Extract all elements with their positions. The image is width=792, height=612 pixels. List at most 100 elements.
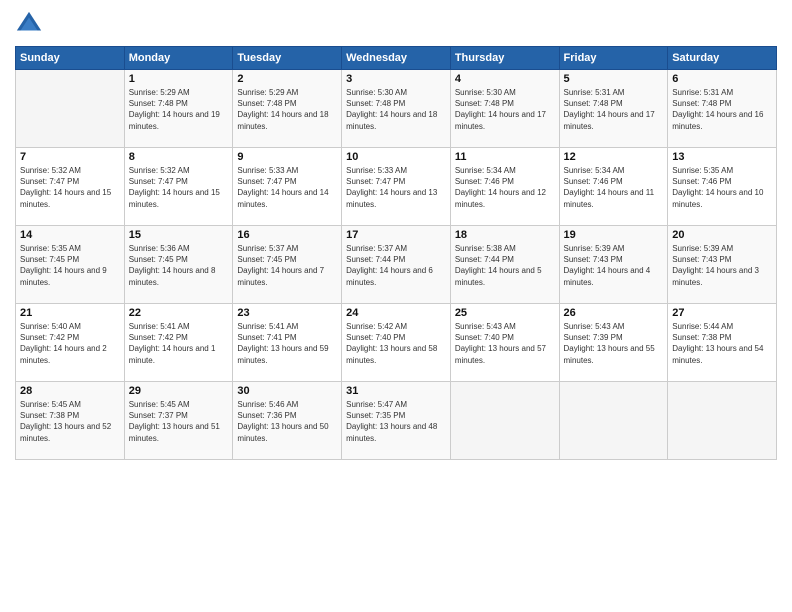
calendar-cell: 5 Sunrise: 5:31 AM Sunset: 7:48 PM Daylig…	[559, 70, 668, 148]
calendar-cell: 28 Sunrise: 5:45 AM Sunset: 7:38 PM Dayli…	[16, 382, 125, 460]
day-number: 11	[455, 151, 555, 163]
calendar-cell: 11 Sunrise: 5:34 AM Sunset: 7:46 PM Dayli…	[450, 148, 559, 226]
cell-content: Sunrise: 5:41 AM Sunset: 7:41 PM Dayligh…	[237, 321, 337, 366]
calendar-cell: 18 Sunrise: 5:38 AM Sunset: 7:44 PM Dayli…	[450, 226, 559, 304]
day-number: 22	[129, 307, 229, 319]
calendar-cell: 21 Sunrise: 5:40 AM Sunset: 7:42 PM Dayli…	[16, 304, 125, 382]
day-number: 29	[129, 385, 229, 397]
calendar-cell: 8Sunrise: 5:32 AM Sunset: 7:47 PM Daylig…	[124, 148, 233, 226]
cell-content: Sunrise: 5:44 AM Sunset: 7:38 PM Dayligh…	[672, 321, 772, 366]
day-number: 28	[20, 385, 120, 397]
day-number: 15	[129, 229, 229, 241]
week-row-2: 7 Sunrise: 5:32 AM Sunset: 7:47 PM Daylig…	[16, 148, 777, 226]
day-number: 7	[20, 151, 120, 163]
day-number: 13	[672, 151, 772, 163]
calendar-cell: 17 Sunrise: 5:37 AM Sunset: 7:44 PM Dayli…	[342, 226, 451, 304]
logo	[15, 10, 47, 38]
day-number: 20	[672, 229, 772, 241]
cell-content: Sunrise: 5:30 AM Sunset: 7:48 PM Dayligh…	[346, 87, 446, 132]
day-number: 1	[129, 73, 229, 85]
calendar-cell	[559, 382, 668, 460]
day-number: 21	[20, 307, 120, 319]
calendar-cell: 31 Sunrise: 5:47 AM Sunset: 7:35 PM Dayli…	[342, 382, 451, 460]
cell-content: Sunrise: 5:43 AM Sunset: 7:39 PM Dayligh…	[564, 321, 664, 366]
cell-content: Sunrise: 5:33 AM Sunset: 7:47 PM Dayligh…	[237, 165, 337, 210]
cell-content: Sunrise: 5:39 AM Sunset: 7:43 PM Dayligh…	[672, 243, 772, 288]
calendar-cell: 27 Sunrise: 5:44 AM Sunset: 7:38 PM Dayli…	[668, 304, 777, 382]
day-number: 8	[129, 151, 229, 163]
day-number: 17	[346, 229, 446, 241]
calendar-table: SundayMondayTuesdayWednesdayThursdayFrid…	[15, 46, 777, 460]
day-number: 9	[237, 151, 337, 163]
cell-content: Sunrise: 5:30 AM Sunset: 7:48 PM Dayligh…	[455, 87, 555, 132]
day-number: 26	[564, 307, 664, 319]
day-number: 30	[237, 385, 337, 397]
day-number: 18	[455, 229, 555, 241]
cell-content: Sunrise: 5:37 AM Sunset: 7:45 PM Dayligh…	[237, 243, 337, 288]
logo-icon	[15, 10, 43, 38]
calendar-cell: 29 Sunrise: 5:45 AM Sunset: 7:37 PM Dayli…	[124, 382, 233, 460]
week-row-4: 21 Sunrise: 5:40 AM Sunset: 7:42 PM Dayli…	[16, 304, 777, 382]
day-number: 25	[455, 307, 555, 319]
column-header-tuesday: Tuesday	[233, 47, 342, 70]
cell-content: Sunrise: 5:29 AM Sunset: 7:48 PM Dayligh…	[237, 87, 337, 132]
cell-content: Sunrise: 5:31 AM Sunset: 7:48 PM Dayligh…	[564, 87, 664, 132]
column-header-monday: Monday	[124, 47, 233, 70]
cell-content: Sunrise: 5:32 AM Sunset: 7:47 PM Dayligh…	[20, 165, 120, 210]
day-number: 6	[672, 73, 772, 85]
day-number: 27	[672, 307, 772, 319]
column-header-wednesday: Wednesday	[342, 47, 451, 70]
cell-content: Sunrise: 5:34 AM Sunset: 7:46 PM Dayligh…	[564, 165, 664, 210]
page: SundayMondayTuesdayWednesdayThursdayFrid…	[0, 0, 792, 612]
cell-content: Sunrise: 5:43 AM Sunset: 7:40 PM Dayligh…	[455, 321, 555, 366]
calendar-cell: 3Sunrise: 5:30 AM Sunset: 7:48 PM Daylig…	[342, 70, 451, 148]
calendar-cell: 9 Sunrise: 5:33 AM Sunset: 7:47 PM Daylig…	[233, 148, 342, 226]
calendar-cell	[450, 382, 559, 460]
week-row-1: 1 Sunrise: 5:29 AM Sunset: 7:48 PM Daylig…	[16, 70, 777, 148]
cell-content: Sunrise: 5:33 AM Sunset: 7:47 PM Dayligh…	[346, 165, 446, 210]
calendar-cell: 12 Sunrise: 5:34 AM Sunset: 7:46 PM Dayli…	[559, 148, 668, 226]
calendar-cell: 16 Sunrise: 5:37 AM Sunset: 7:45 PM Dayli…	[233, 226, 342, 304]
day-number: 14	[20, 229, 120, 241]
calendar-cell: 22Sunrise: 5:41 AM Sunset: 7:42 PM Dayli…	[124, 304, 233, 382]
calendar-cell: 13 Sunrise: 5:35 AM Sunset: 7:46 PM Dayli…	[668, 148, 777, 226]
cell-content: Sunrise: 5:38 AM Sunset: 7:44 PM Dayligh…	[455, 243, 555, 288]
week-row-5: 28 Sunrise: 5:45 AM Sunset: 7:38 PM Dayli…	[16, 382, 777, 460]
day-number: 10	[346, 151, 446, 163]
calendar-cell: 19Sunrise: 5:39 AM Sunset: 7:43 PM Dayli…	[559, 226, 668, 304]
day-number: 2	[237, 73, 337, 85]
calendar-cell: 26 Sunrise: 5:43 AM Sunset: 7:39 PM Dayli…	[559, 304, 668, 382]
calendar-cell: 30 Sunrise: 5:46 AM Sunset: 7:36 PM Dayli…	[233, 382, 342, 460]
day-number: 23	[237, 307, 337, 319]
cell-content: Sunrise: 5:31 AM Sunset: 7:48 PM Dayligh…	[672, 87, 772, 132]
calendar-cell	[668, 382, 777, 460]
calendar-cell: 14Sunrise: 5:35 AM Sunset: 7:45 PM Dayli…	[16, 226, 125, 304]
cell-content: Sunrise: 5:34 AM Sunset: 7:46 PM Dayligh…	[455, 165, 555, 210]
calendar-cell: 2 Sunrise: 5:29 AM Sunset: 7:48 PM Daylig…	[233, 70, 342, 148]
calendar-cell: 23 Sunrise: 5:41 AM Sunset: 7:41 PM Dayli…	[233, 304, 342, 382]
calendar-cell: 4Sunrise: 5:30 AM Sunset: 7:48 PM Daylig…	[450, 70, 559, 148]
cell-content: Sunrise: 5:45 AM Sunset: 7:38 PM Dayligh…	[20, 399, 120, 444]
cell-content: Sunrise: 5:35 AM Sunset: 7:46 PM Dayligh…	[672, 165, 772, 210]
cell-content: Sunrise: 5:42 AM Sunset: 7:40 PM Dayligh…	[346, 321, 446, 366]
cell-content: Sunrise: 5:36 AM Sunset: 7:45 PM Dayligh…	[129, 243, 229, 288]
cell-content: Sunrise: 5:45 AM Sunset: 7:37 PM Dayligh…	[129, 399, 229, 444]
day-number: 24	[346, 307, 446, 319]
cell-content: Sunrise: 5:29 AM Sunset: 7:48 PM Dayligh…	[129, 87, 229, 132]
calendar-cell: 20 Sunrise: 5:39 AM Sunset: 7:43 PM Dayli…	[668, 226, 777, 304]
cell-content: Sunrise: 5:46 AM Sunset: 7:36 PM Dayligh…	[237, 399, 337, 444]
cell-content: Sunrise: 5:40 AM Sunset: 7:42 PM Dayligh…	[20, 321, 120, 366]
calendar-cell: 25 Sunrise: 5:43 AM Sunset: 7:40 PM Dayli…	[450, 304, 559, 382]
day-number: 16	[237, 229, 337, 241]
column-header-thursday: Thursday	[450, 47, 559, 70]
calendar-cell: 1 Sunrise: 5:29 AM Sunset: 7:48 PM Daylig…	[124, 70, 233, 148]
day-number: 5	[564, 73, 664, 85]
day-number: 12	[564, 151, 664, 163]
day-number: 31	[346, 385, 446, 397]
column-header-saturday: Saturday	[668, 47, 777, 70]
week-row-3: 14Sunrise: 5:35 AM Sunset: 7:45 PM Dayli…	[16, 226, 777, 304]
calendar-cell: 24 Sunrise: 5:42 AM Sunset: 7:40 PM Dayli…	[342, 304, 451, 382]
cell-content: Sunrise: 5:47 AM Sunset: 7:35 PM Dayligh…	[346, 399, 446, 444]
day-number: 19	[564, 229, 664, 241]
cell-content: Sunrise: 5:37 AM Sunset: 7:44 PM Dayligh…	[346, 243, 446, 288]
